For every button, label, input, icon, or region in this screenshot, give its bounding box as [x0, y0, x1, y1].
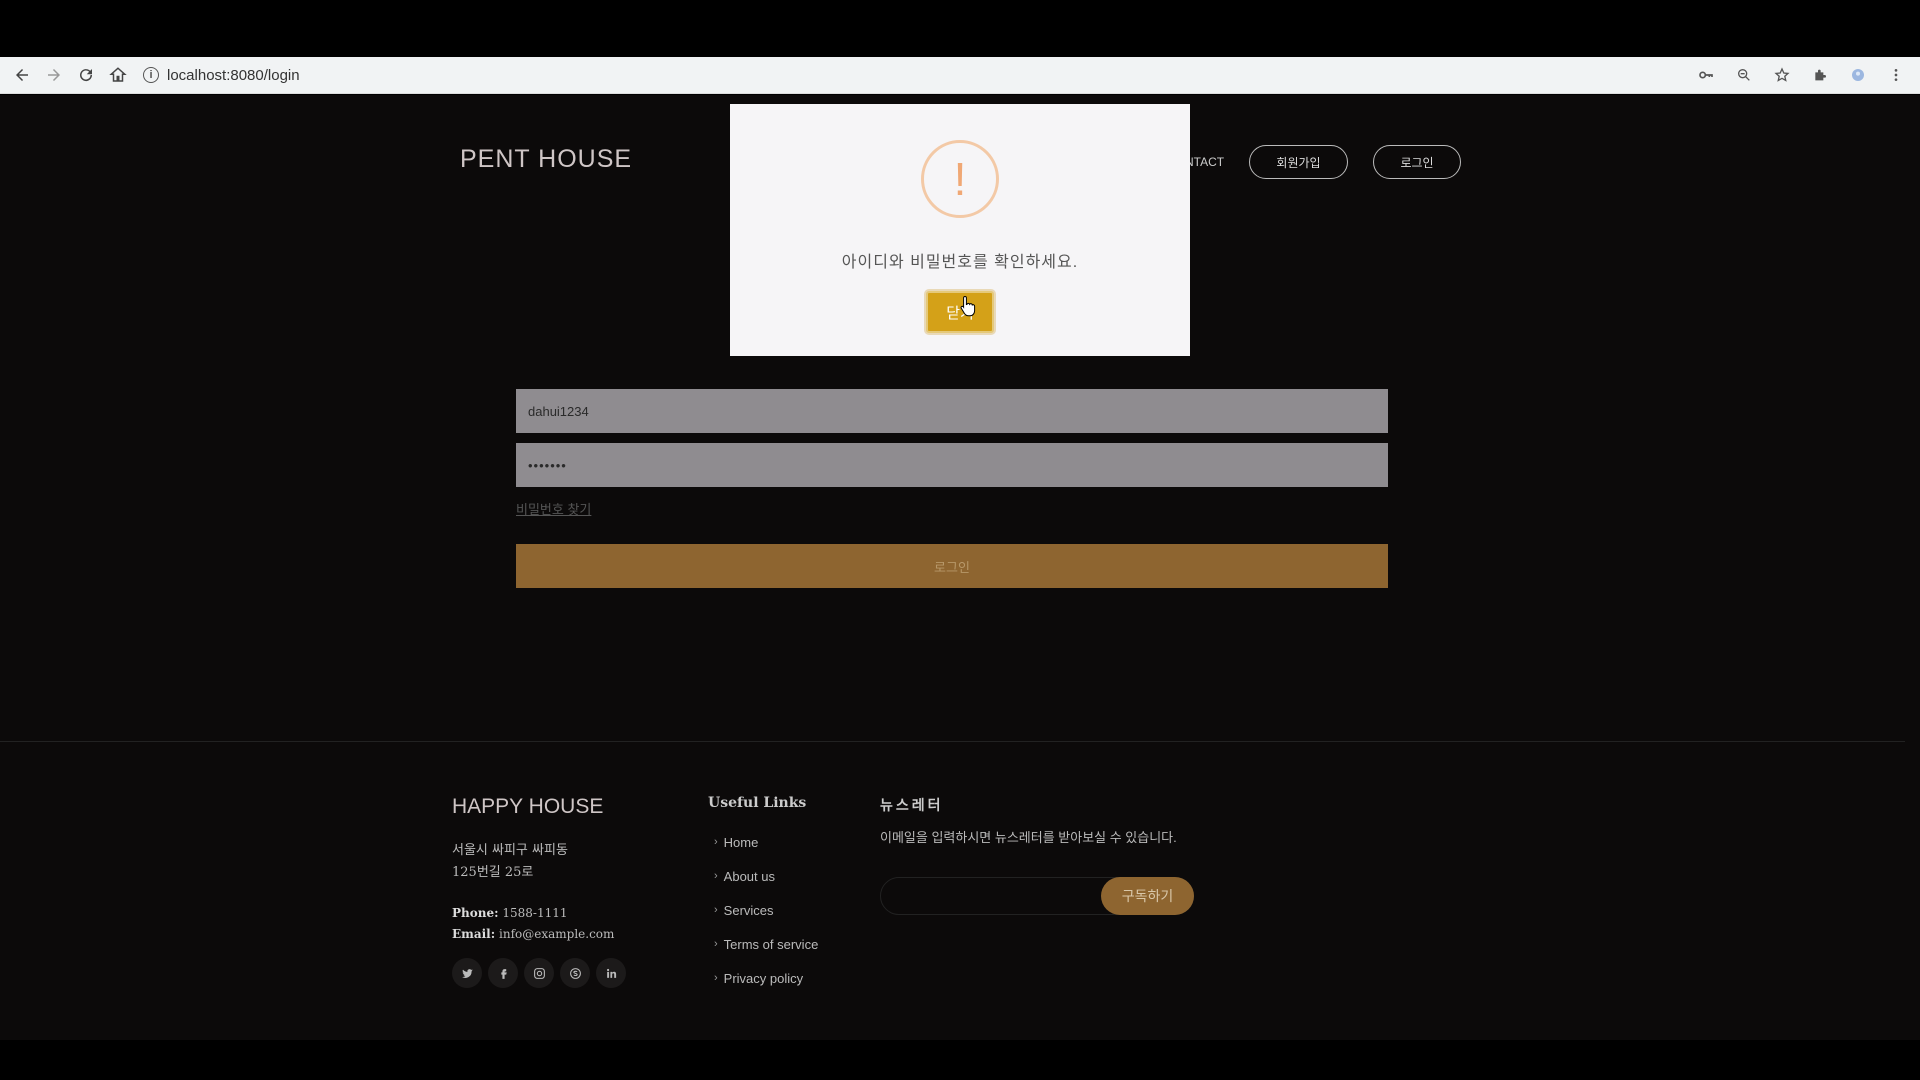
phone-value: 1588-1111 [502, 906, 568, 920]
chevron-right-icon: › [714, 972, 718, 984]
footer-link-label[interactable]: Home [724, 835, 759, 850]
username-input[interactable]: dahui1234 [516, 389, 1388, 433]
forward-icon[interactable] [38, 59, 70, 91]
site-info-icon[interactable]: i [143, 67, 159, 83]
useful-links-title: Useful Links [708, 795, 807, 811]
star-icon[interactable] [1770, 63, 1794, 87]
address-bar[interactable]: i localhost:8080/login [143, 60, 300, 90]
extensions-icon[interactable] [1808, 63, 1832, 87]
instagram-icon[interactable] [524, 958, 554, 988]
hand-cursor-icon [960, 295, 976, 317]
password-input[interactable]: ••••••• [516, 443, 1388, 487]
skype-icon[interactable] [560, 958, 590, 988]
address-line: 서울시 싸피구 싸피동 [452, 843, 568, 858]
footer-link-services[interactable]: › Services [714, 893, 818, 927]
chevron-right-icon: › [714, 836, 718, 848]
login-submit-button[interactable]: 로그인 [516, 544, 1388, 588]
footer-link-label[interactable]: Services [724, 903, 774, 918]
signup-button[interactable]: 회원가입 [1249, 145, 1348, 179]
footer-link-home[interactable]: › Home [714, 825, 818, 859]
chevron-right-icon: › [714, 904, 718, 916]
chevron-right-icon: › [714, 870, 718, 882]
footer-title: HAPPY HOUSE [452, 795, 604, 818]
warning-icon: ! [921, 140, 999, 218]
home-icon[interactable] [102, 59, 134, 91]
footer-link-about[interactable]: › About us [714, 859, 818, 893]
nav-contact-link[interactable]: NTACT [1185, 155, 1224, 169]
chevron-right-icon: › [714, 938, 718, 950]
alert-modal: ! 아이디와 비밀번호를 확인하세요. 닫기 [730, 104, 1190, 356]
subscribe-button[interactable]: 구독하기 [1101, 877, 1194, 915]
header-login-button[interactable]: 로그인 [1373, 145, 1461, 179]
footer-link-label[interactable]: Terms of service [724, 937, 819, 952]
useful-links-list: › Home › About us › Services › Terms of serv… [714, 825, 818, 995]
find-password-link[interactable]: 비밀번호 찾기 [516, 499, 591, 518]
menu-icon[interactable] [1884, 63, 1908, 87]
footer-divider [0, 741, 1905, 742]
profile-icon[interactable] [1846, 63, 1870, 87]
facebook-icon[interactable] [488, 958, 518, 988]
alert-message: 아이디와 비밀번호를 확인하세요. [841, 254, 1079, 271]
footer-contact: Phone: 1588-1111 Email: info@example.com [452, 903, 614, 945]
footer-link-privacy[interactable]: › Privacy policy [714, 961, 818, 995]
phone-label: Phone: [452, 906, 499, 920]
email-value: info@example.com [499, 927, 615, 941]
footer-link-label[interactable]: Privacy policy [724, 971, 803, 986]
footer-link-label[interactable]: About us [724, 869, 775, 884]
newsletter-description: 이메일을 입력하시면 뉴스레터를 받아보실 수 있습니다. [880, 830, 1177, 845]
reload-icon[interactable] [70, 59, 102, 91]
social-links [452, 958, 626, 988]
zoom-icon[interactable] [1732, 63, 1756, 87]
close-button[interactable]: 닫기 [926, 291, 994, 333]
linkedin-icon[interactable] [596, 958, 626, 988]
email-label: Email: [452, 927, 496, 941]
footer-link-terms[interactable]: › Terms of service [714, 927, 818, 961]
twitter-icon[interactable] [452, 958, 482, 988]
key-icon[interactable] [1694, 63, 1718, 87]
browser-toolbar: i localhost:8080/login [0, 57, 1920, 94]
address-line: 125번길 25로 [452, 865, 534, 880]
footer-address: 서울시 싸피구 싸피동 125번길 25로 [452, 840, 568, 884]
browser-actions [1694, 60, 1908, 90]
site-logo[interactable]: PENT HOUSE [460, 145, 632, 174]
url-text[interactable]: localhost:8080/login [167, 67, 300, 84]
newsletter-title: 뉴스레터 [880, 797, 944, 813]
back-icon[interactable] [6, 59, 38, 91]
